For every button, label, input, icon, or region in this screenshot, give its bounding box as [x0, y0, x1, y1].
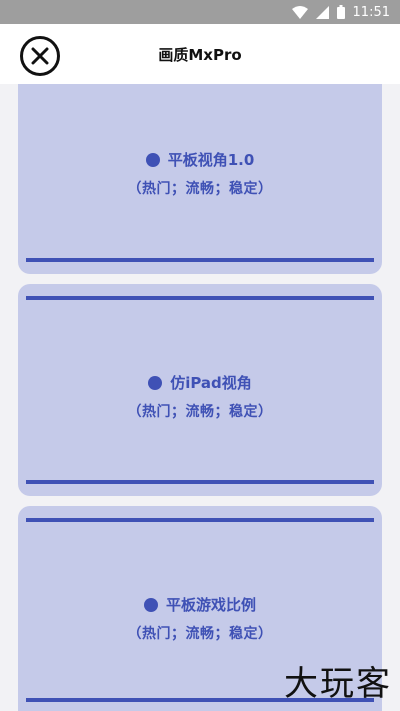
card-subtitle: （热门；流畅；稳定）: [127, 404, 273, 420]
close-button[interactable]: [20, 36, 60, 76]
status-bar: 11:51: [0, 0, 400, 24]
status-time: 11:51: [352, 4, 390, 20]
card-text: 仿iPad视角 （热门；流畅；稳定）: [18, 372, 382, 421]
signal-icon: [315, 5, 329, 19]
options-list: 平板视角1.0 （热门；流畅；稳定） 仿iPad视角 （热门；流畅；稳定） 平板…: [0, 84, 400, 711]
option-card-tablet-view[interactable]: 平板视角1.0 （热门；流畅；稳定）: [18, 84, 382, 274]
wifi-icon: [291, 5, 308, 19]
bullet-icon: [145, 152, 160, 167]
watermark: 大玩客: [284, 664, 392, 704]
card-divider: [26, 480, 374, 484]
card-title: 仿iPad视角: [18, 372, 382, 393]
screen: 11:51 画质MxPro 平板视角1.0 （热门；流畅；稳定） 仿iPad视角…: [0, 0, 400, 711]
card-title-label: 平板视角1.0: [167, 151, 255, 169]
card-title-label: 平板游戏比例: [165, 596, 256, 614]
page-title: 画质MxPro: [158, 45, 242, 64]
card-text: 平板视角1.0 （热门；流畅；稳定）: [18, 149, 382, 198]
battery-icon: [336, 5, 345, 19]
card-title: 平板视角1.0: [18, 149, 382, 170]
option-card-ipad-view[interactable]: 仿iPad视角 （热门；流畅；稳定）: [18, 284, 382, 496]
card-divider: [26, 518, 374, 522]
card-subtitle: （热门；流畅；稳定）: [127, 626, 273, 642]
card-title: 平板游戏比例: [18, 594, 382, 615]
bullet-icon: [143, 597, 158, 612]
card-text: 平板游戏比例 （热门；流畅；稳定）: [18, 594, 382, 643]
bullet-icon: [148, 375, 163, 390]
card-title-label: 仿iPad视角: [170, 374, 252, 392]
card-divider: [26, 296, 374, 300]
header: 画质MxPro: [0, 24, 400, 84]
card-subtitle: （热门；流畅；稳定）: [127, 181, 273, 197]
card-divider: [26, 258, 374, 262]
close-icon: [31, 47, 49, 65]
